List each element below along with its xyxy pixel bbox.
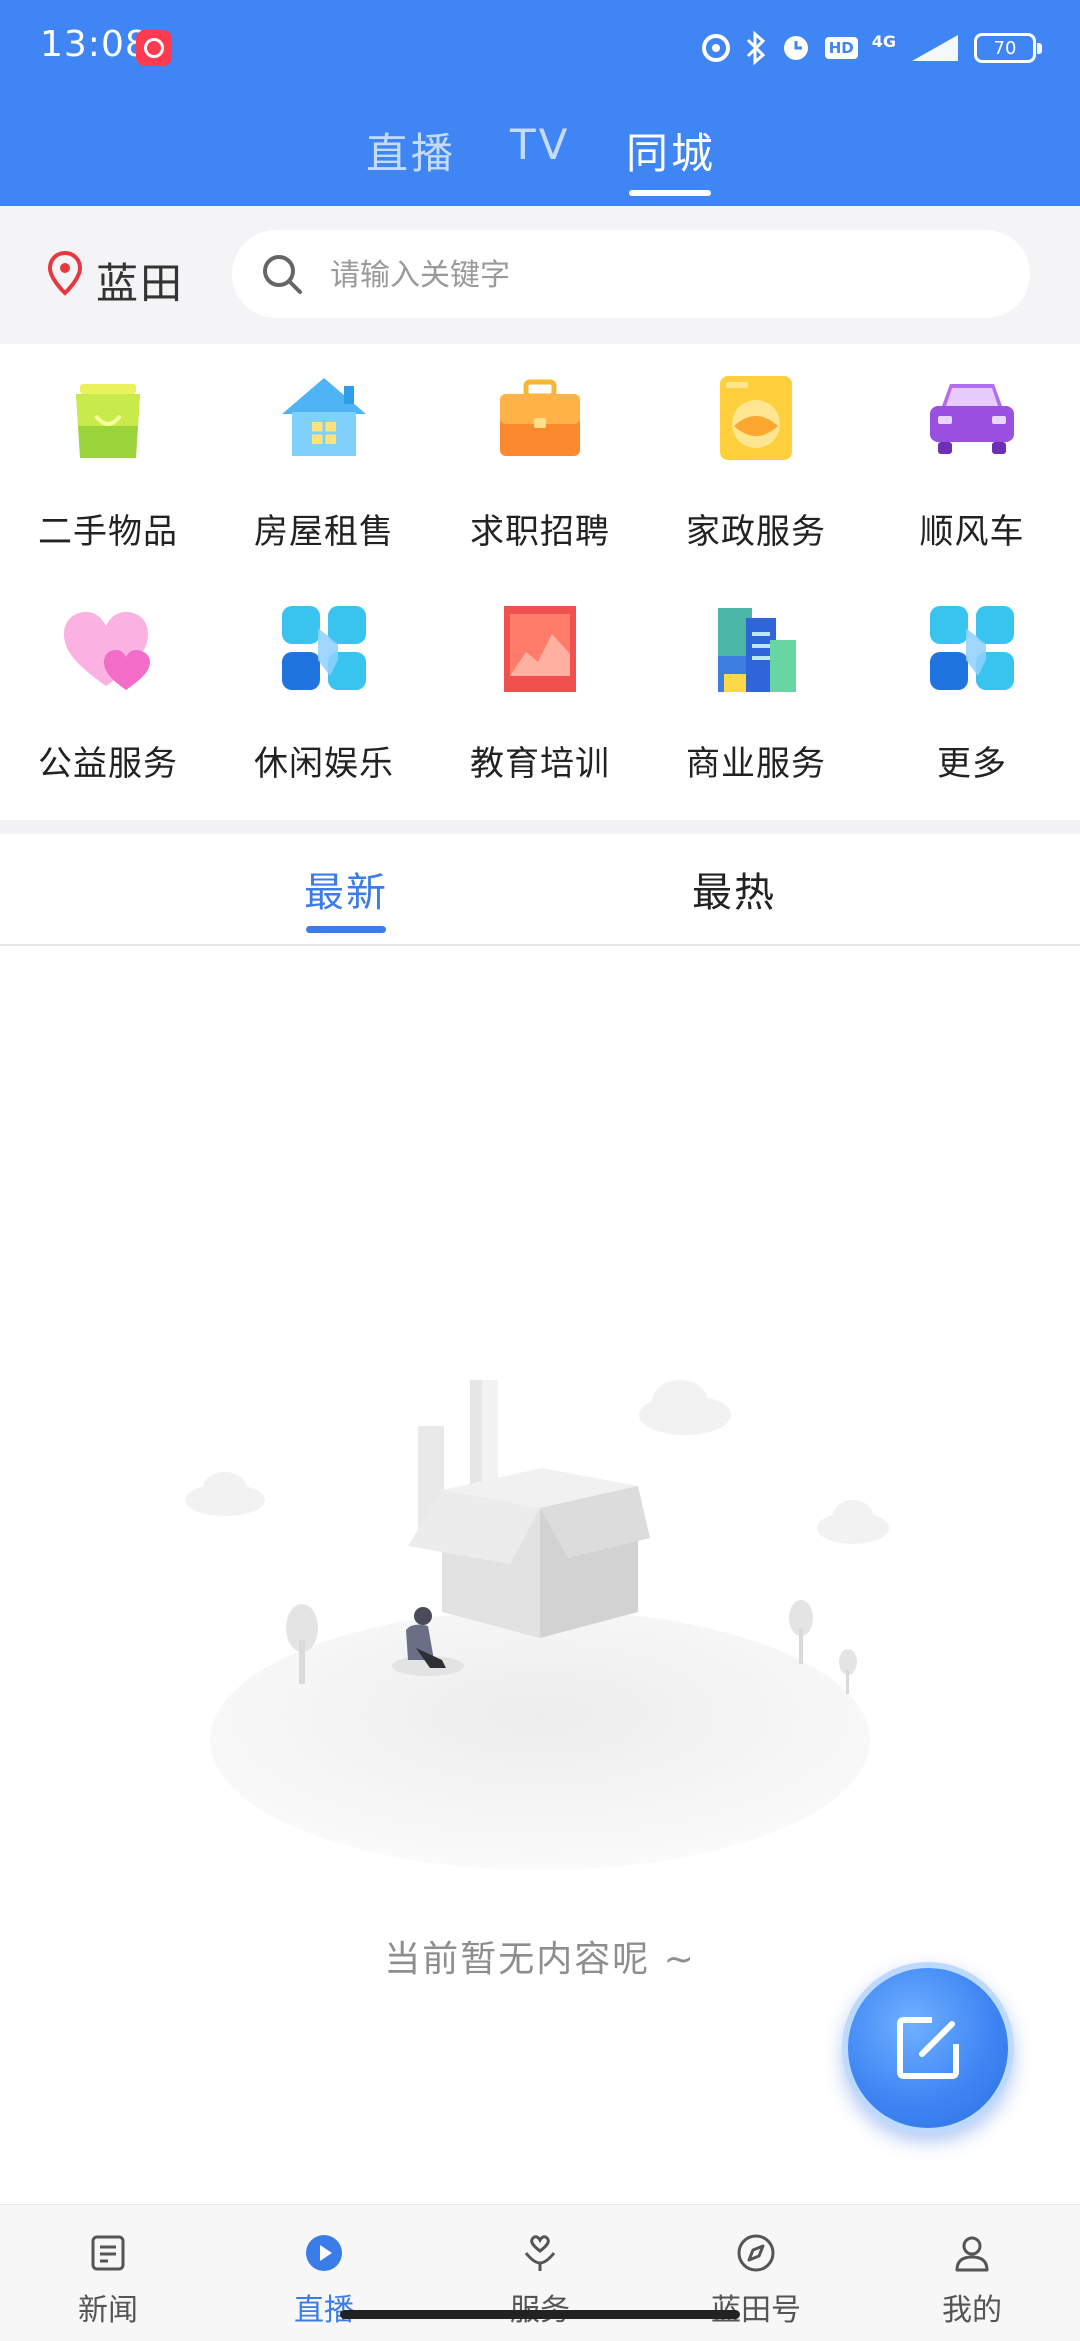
category-education[interactable]: 教育培训	[432, 576, 648, 786]
battery-icon: 70	[974, 33, 1042, 63]
status-time: 13:08	[40, 24, 149, 65]
location-label[interactable]: 蓝田	[96, 250, 184, 311]
category-more[interactable]: 更多	[864, 576, 1080, 786]
empty-state-illustration	[185, 1380, 889, 1870]
network-label: 4G	[871, 31, 896, 51]
edit-icon	[897, 2017, 959, 2079]
search-box[interactable]	[232, 230, 1030, 320]
category-label: 家政服务	[686, 512, 826, 552]
shopping-bag-icon	[76, 384, 140, 458]
washing-machine-icon	[720, 376, 792, 460]
compass-icon	[737, 2234, 775, 2272]
service-icon	[524, 2235, 556, 2271]
category-label: 房屋租售	[254, 512, 394, 552]
news-icon	[91, 2235, 125, 2271]
nav-label: 新闻	[78, 2293, 138, 2328]
section-divider	[0, 820, 1080, 834]
bluetooth-icon	[746, 31, 765, 65]
category-charity[interactable]: 公益服务	[0, 576, 216, 786]
hd-badge: HD	[824, 37, 858, 59]
buildings-icon	[718, 608, 796, 692]
status-icons: HD 4G 70	[701, 28, 1042, 68]
category-label: 求职招聘	[470, 512, 610, 552]
search-row: 蓝田	[0, 206, 1080, 344]
heart-icon	[64, 612, 150, 690]
category-carpool[interactable]: 顺风车	[864, 344, 1080, 554]
nav-mine[interactable]: 我的	[864, 2205, 1080, 2341]
nfc-icon	[701, 34, 730, 62]
nav-news[interactable]: 新闻	[0, 2205, 216, 2341]
search-input[interactable]	[328, 230, 982, 320]
category-business[interactable]: 商业服务	[648, 576, 864, 786]
category-label: 公益服务	[38, 744, 178, 784]
category-entertainment[interactable]: 休闲娱乐	[216, 576, 432, 786]
entertainment-icon	[282, 606, 366, 690]
feed-tab-bar: 最新 最热	[0, 834, 1080, 946]
battery-level: 70	[993, 37, 1017, 59]
tab-hottest[interactable]: 最热	[692, 860, 776, 918]
bottom-nav: 新闻 直播 服务 蓝田号 我的	[0, 2204, 1080, 2341]
category-label: 休闲娱乐	[254, 744, 394, 784]
status-bar: 13:08 HD 4G 70	[0, 0, 1080, 96]
category-label: 顺风车	[919, 512, 1025, 552]
house-icon	[282, 378, 366, 456]
top-header: 13:08 HD 4G 70 直播 TV 同城	[0, 0, 1080, 206]
play-icon	[306, 2235, 342, 2271]
nav-label: 我的	[942, 2293, 1002, 2328]
tab-latest[interactable]: 最新	[304, 860, 388, 918]
nav-label: 蓝田号	[711, 2293, 801, 2328]
tab-active-indicator	[629, 190, 711, 196]
car-icon	[930, 384, 1014, 454]
tab-live[interactable]: 直播	[366, 120, 456, 181]
category-label: 更多	[937, 744, 1007, 784]
education-icon	[504, 606, 576, 692]
nav-service[interactable]: 服务	[432, 2205, 648, 2341]
signal-icon	[912, 35, 958, 61]
briefcase-icon	[500, 379, 580, 456]
search-icon	[263, 255, 302, 294]
category-label: 二手物品	[38, 512, 178, 552]
user-icon	[955, 2236, 989, 2272]
category-label: 教育培训	[470, 744, 610, 784]
feed-tab-indicator	[306, 926, 386, 933]
music-app-icon	[136, 30, 172, 66]
category-grid: 二手物品 房屋租售 求职招聘 家政服务 顺风车 公益服务 休闲娱乐 教育培训 商…	[0, 344, 1080, 820]
alarm-icon	[783, 36, 808, 60]
tab-tv[interactable]: TV	[510, 120, 570, 169]
top-tab-bar: 直播 TV 同城	[0, 110, 1080, 206]
category-jobs[interactable]: 求职招聘	[432, 344, 648, 554]
category-housing[interactable]: 房屋租售	[216, 344, 432, 554]
more-icon	[930, 606, 1014, 690]
nav-lantian-account[interactable]: 蓝田号	[648, 2205, 864, 2341]
category-label: 商业服务	[686, 744, 826, 784]
location-pin-icon[interactable]	[46, 250, 84, 296]
nav-label: 直播	[294, 2293, 354, 2328]
compose-button[interactable]	[842, 1962, 1014, 2134]
category-secondhand[interactable]: 二手物品	[0, 344, 216, 554]
nav-label: 服务	[432, 2285, 648, 2329]
nav-live[interactable]: 直播	[216, 2205, 432, 2341]
home-indicator[interactable]	[340, 2310, 740, 2319]
tab-local[interactable]: 同城	[626, 120, 716, 181]
category-housekeeping[interactable]: 家政服务	[648, 344, 864, 554]
